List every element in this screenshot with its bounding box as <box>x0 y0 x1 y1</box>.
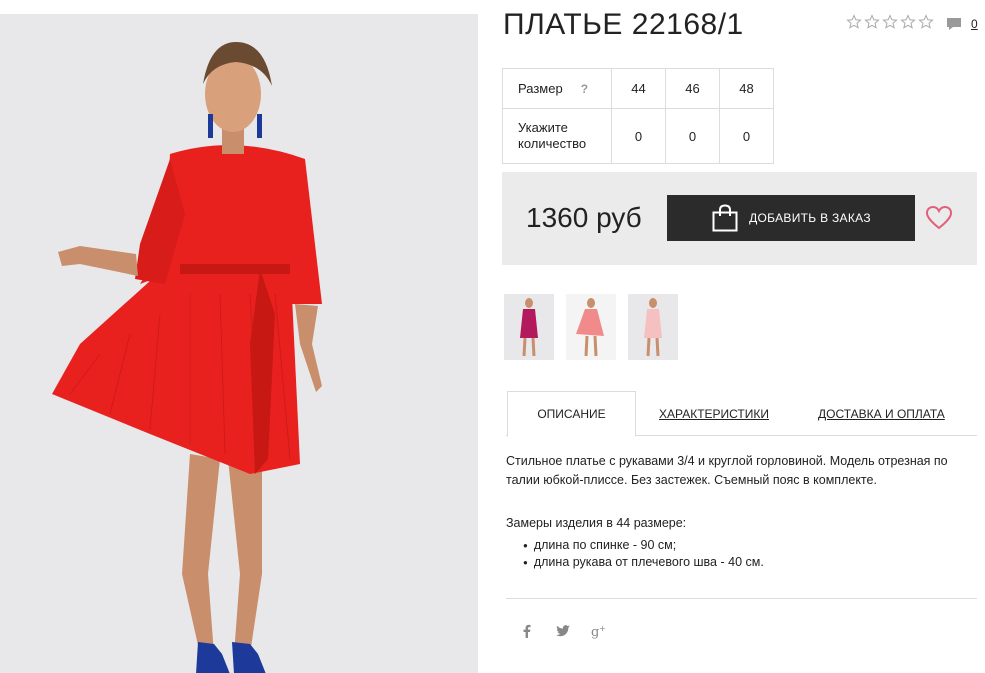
quantity-input-46[interactable]: 0 <box>665 108 720 164</box>
star-icon[interactable] <box>846 14 862 30</box>
shopping-bag-icon <box>712 204 738 232</box>
quantity-input-48[interactable]: 0 <box>719 108 774 164</box>
tab-characteristics[interactable]: ХАРАКТЕРИСТИКИ <box>659 391 769 436</box>
comment-icon <box>947 18 961 30</box>
color-thumbnail[interactable] <box>628 294 678 360</box>
list-item: длина рукава от плечевого шва - 40 см. <box>523 554 764 571</box>
description-text: Стильное платье с рукавами 3/4 и круглой… <box>506 454 948 487</box>
size-44: 44 <box>611 68 666 109</box>
color-thumbnails <box>504 294 678 360</box>
heart-icon[interactable] <box>925 205 953 231</box>
size-help-icon[interactable]: ? <box>581 82 588 96</box>
product-title: ПЛАТЬЕ 22168/1 <box>503 8 744 41</box>
size-label-cell: Размер? <box>502 68 612 109</box>
color-thumbnail[interactable] <box>566 294 616 360</box>
add-to-order-button[interactable]: ДОБАВИТЬ В ЗАКАЗ <box>667 195 915 241</box>
comments-link[interactable]: 0 <box>946 16 978 32</box>
facebook-icon[interactable] <box>519 623 535 639</box>
measure-title: Замеры изделия в 44 размере: <box>506 516 687 530</box>
google-plus-icon[interactable]: g + <box>591 623 607 639</box>
twitter-icon[interactable] <box>555 623 571 639</box>
divider <box>506 598 977 599</box>
star-icon[interactable] <box>882 14 898 30</box>
svg-text:+: + <box>599 624 606 633</box>
size-46: 46 <box>665 68 720 109</box>
list-item: длина по спинке - 90 см; <box>523 537 764 554</box>
size-table: Размер? 44 46 48 Укажите количество 0 0 … <box>502 68 774 164</box>
tab-delivery[interactable]: ДОСТАВКА И ОПЛАТА <box>818 391 945 436</box>
star-icon[interactable] <box>864 14 880 30</box>
social-share: g + <box>519 623 607 639</box>
price: 1360 руб <box>526 202 642 233</box>
quantity-input-44[interactable]: 0 <box>611 108 666 164</box>
star-icon[interactable] <box>918 14 934 30</box>
measure-list: длина по спинке - 90 см; длина рукава от… <box>523 537 764 571</box>
quantity-label: Укажите количество <box>502 108 612 164</box>
star-icon[interactable] <box>900 14 916 30</box>
tab-description[interactable]: ОПИСАНИЕ <box>507 391 636 437</box>
add-to-order-label: ДОБАВИТЬ В ЗАКАЗ <box>749 211 871 225</box>
product-tabs: ОПИСАНИЕ ХАРАКТЕРИСТИКИ ДОСТАВКА И ОПЛАТ… <box>506 391 977 437</box>
product-main-photo[interactable] <box>0 14 478 673</box>
comments-count[interactable]: 0 <box>971 17 978 31</box>
size-48: 48 <box>719 68 774 109</box>
size-label: Размер <box>518 80 563 96</box>
color-thumbnail[interactable] <box>504 294 554 360</box>
purchase-panel: 1360 руб ДОБАВИТЬ В ЗАКАЗ <box>502 172 977 265</box>
rating-stars[interactable] <box>846 14 934 30</box>
